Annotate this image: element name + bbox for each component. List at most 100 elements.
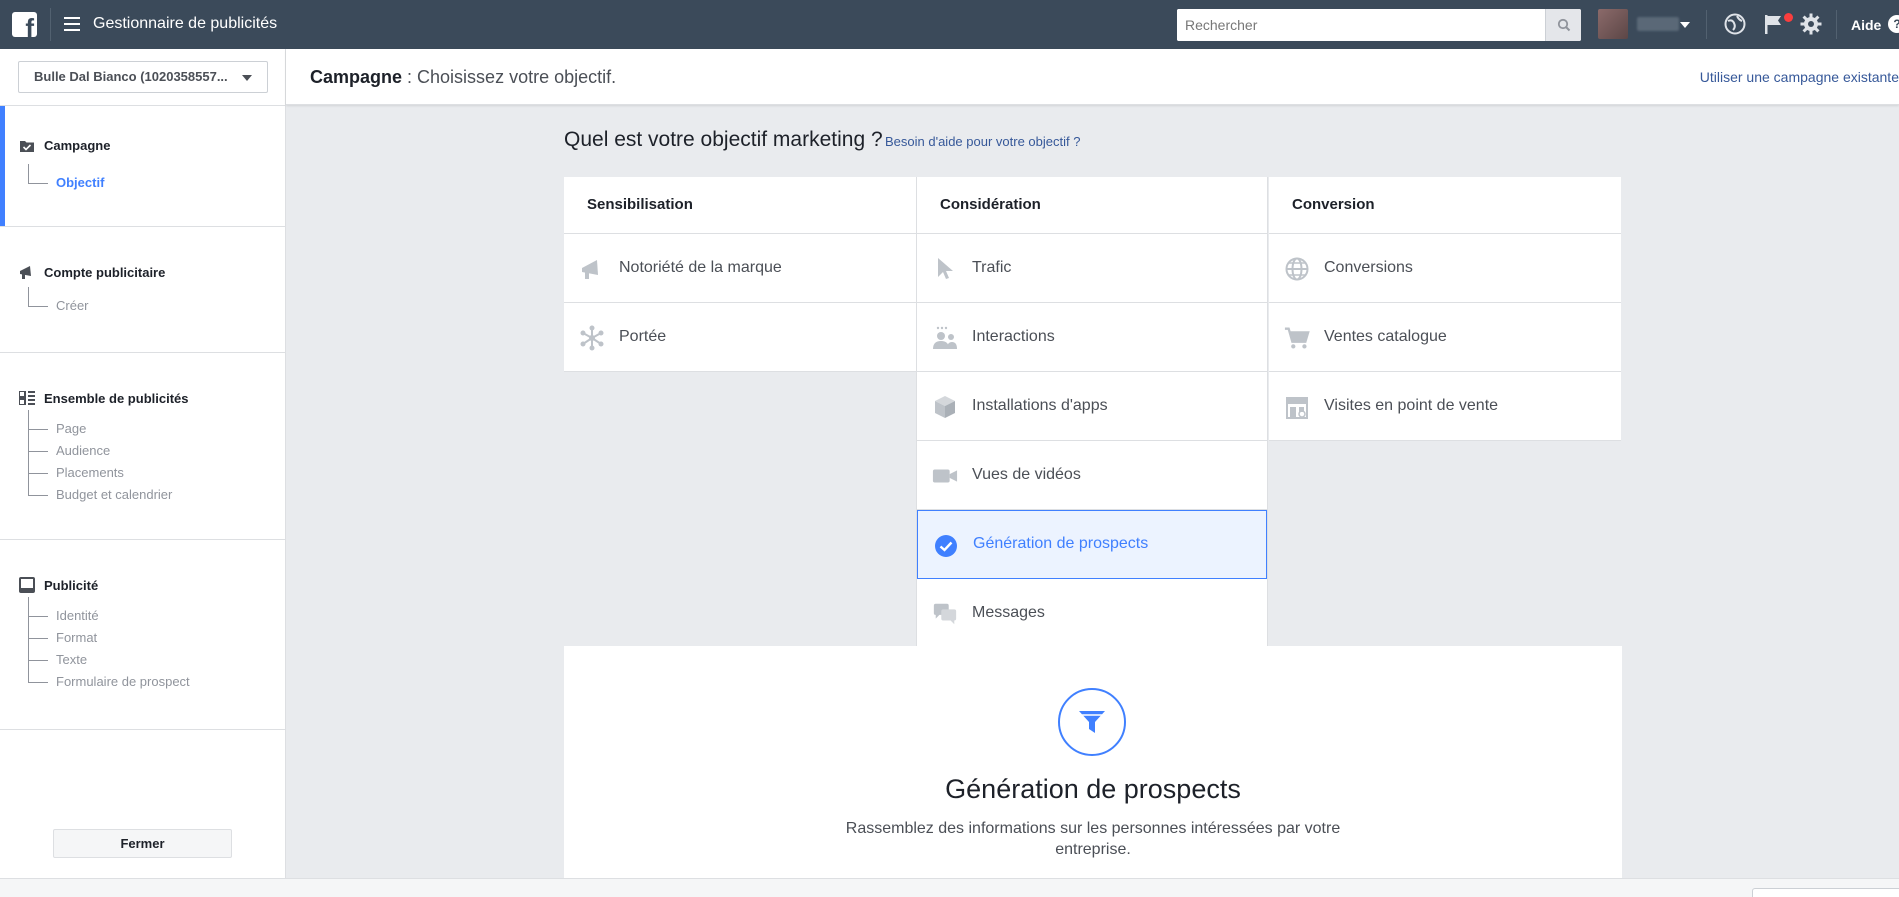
globe-icon[interactable] [1724, 13, 1746, 35]
objective-label: Visites en point de vente [1324, 397, 1499, 414]
objective-reach[interactable]: Portée [564, 303, 916, 372]
objective-label: Conversions [1324, 259, 1413, 276]
objective-column-consideration: Considération Trafic Interactions Instal… [916, 177, 1268, 648]
detail-title: Génération de prospects [945, 774, 1241, 804]
divider [1836, 10, 1837, 39]
sidebar-item-text[interactable]: Texte [28, 649, 190, 671]
shopping-cart-icon [1284, 325, 1310, 351]
use-existing-campaign-link[interactable]: Utiliser une campagne existante [1700, 69, 1899, 85]
search-button[interactable] [1545, 9, 1581, 41]
sidebar-item-page[interactable]: Page [28, 418, 172, 440]
flag-icon[interactable] [1762, 12, 1786, 36]
gear-icon[interactable] [1799, 12, 1823, 36]
objective-help-link[interactable]: Besoin d'aide pour votre objectif ? [885, 134, 1080, 149]
chat-bubbles-icon [932, 601, 958, 627]
sidebar-sublist: Créer [28, 287, 89, 317]
search-icon [1557, 18, 1570, 32]
objective-label: Trafic [972, 259, 1012, 276]
page-header: Campagne : Choisissez votre objectif. Ut… [286, 49, 1899, 105]
sidebar-section-ad-set: Ensemble de publicités Page Audience Pla… [0, 352, 286, 539]
page-title: Campagne : Choisissez votre objectif. [310, 67, 616, 88]
cursor-icon [932, 256, 958, 282]
objective-traffic[interactable]: Trafic [917, 234, 1267, 303]
objective-column-conversion: Conversion Conversions Ventes catalogue … [1269, 177, 1621, 441]
facebook-logo-icon[interactable]: f [12, 12, 37, 37]
ad-account-name: Bulle Dal Bianco (1020358557... [34, 69, 228, 84]
notification-badge [1784, 13, 1793, 22]
sidebar-item-lead-form[interactable]: Formulaire de prospect [28, 671, 190, 693]
megaphone-icon [18, 263, 36, 281]
active-indicator [0, 106, 5, 226]
objective-detail-panel: Génération de prospects Rassemblez des i… [564, 646, 1622, 878]
close-button[interactable]: Fermer [53, 829, 232, 858]
objective-video-views[interactable]: Vues de vidéos [917, 441, 1267, 510]
divider [1706, 10, 1707, 39]
funnel-icon [1058, 688, 1126, 756]
sidebar-section-ad-account: Compte publicitaire Créer [0, 226, 286, 352]
sidebar-item-identity[interactable]: Identité [28, 605, 190, 627]
divider [0, 729, 286, 730]
column-header: Sensibilisation [564, 177, 916, 234]
objective-label: Messages [972, 604, 1045, 621]
search-input[interactable] [1177, 9, 1545, 41]
column-header: Considération [917, 177, 1267, 234]
objective-messages[interactable]: Messages [917, 579, 1267, 648]
chevron-down-icon[interactable] [1680, 22, 1690, 28]
store-icon [1284, 394, 1310, 420]
sidebar-item-create[interactable]: Créer [28, 295, 89, 317]
user-name-blurred[interactable] [1637, 17, 1679, 31]
objective-store-visits[interactable]: Visites en point de vente [1269, 372, 1621, 441]
objective-label: Ventes catalogue [1324, 328, 1447, 345]
sidebar-section-title: Compte publicitaire [44, 264, 166, 280]
menu-icon[interactable] [64, 17, 80, 31]
box-icon [932, 394, 958, 420]
sidebar-item-budget[interactable]: Budget et calendrier [28, 484, 172, 506]
ad-preview-icon [18, 576, 36, 594]
objective-label: Portée [619, 328, 667, 345]
sidebar-sublist: Identité Format Texte Formulaire de pros… [28, 597, 190, 693]
sidebar-item-ad-set[interactable]: Ensemble de publicités [18, 389, 189, 407]
objective-lead-generation[interactable]: Génération de prospects [917, 510, 1267, 579]
sidebar-item-campaign[interactable]: Campagne [18, 136, 110, 154]
sidebar-item-ad[interactable]: Publicité [18, 576, 98, 594]
sidebar-item-ad-account[interactable]: Compte publicitaire [18, 263, 165, 281]
reach-icon [579, 325, 605, 351]
sidebar-item-objective[interactable]: Objectif [28, 172, 104, 194]
sidebar-section-ad: Publicité Identité Format Texte Formulai… [0, 539, 286, 729]
objective-label: Interactions [972, 328, 1055, 345]
objective-label: Vues de vidéos [972, 466, 1081, 483]
objective-question: Quel est votre objectif marketing ? [564, 128, 883, 151]
sidebar-sublist: Page Audience Placements Budget et calen… [28, 410, 172, 506]
video-camera-icon [932, 463, 958, 489]
help-link[interactable]: Aide [1851, 17, 1881, 33]
divider [50, 8, 51, 41]
sidebar-item-format[interactable]: Format [28, 627, 190, 649]
ad-account-select[interactable]: Bulle Dal Bianco (1020358557... [18, 61, 268, 93]
sidebar-item-placements[interactable]: Placements [28, 462, 172, 484]
app-title: Gestionnaire de publicités [93, 15, 278, 32]
objective-column-awareness: Sensibilisation Notoriété de la marque P… [564, 177, 916, 372]
column-header: Conversion [1269, 177, 1621, 234]
objective-brand-awareness[interactable]: Notoriété de la marque [564, 234, 916, 303]
bottom-bar [0, 878, 1899, 897]
megaphone-icon [579, 256, 605, 282]
objective-label: Notoriété de la marque [619, 259, 782, 276]
bottom-tab[interactable] [1752, 888, 1899, 897]
objective-catalog-sales[interactable]: Ventes catalogue [1269, 303, 1621, 372]
objective-label: Génération de prospects [973, 535, 1149, 552]
detail-description: Rassemblez des informations sur les pers… [845, 820, 1341, 858]
page-title-rest: : Choisissez votre objectif. [402, 67, 617, 87]
sidebar-sublist: Objectif [28, 164, 104, 194]
left-sidebar: Bulle Dal Bianco (1020358557... Campagne… [0, 49, 286, 897]
sidebar-section-campaign: Campagne Objectif [0, 105, 286, 226]
help-icon[interactable]: ? [1888, 15, 1899, 33]
objective-app-installs[interactable]: Installations d'apps [917, 372, 1267, 441]
campaign-icon [18, 136, 36, 154]
avatar[interactable] [1598, 9, 1628, 39]
grid-icon [18, 389, 36, 407]
objective-conversions[interactable]: Conversions [1269, 234, 1621, 303]
sidebar-item-audience[interactable]: Audience [28, 440, 172, 462]
chevron-down-icon [242, 75, 252, 81]
search-box [1177, 9, 1581, 41]
objective-engagement[interactable]: Interactions [917, 303, 1267, 372]
